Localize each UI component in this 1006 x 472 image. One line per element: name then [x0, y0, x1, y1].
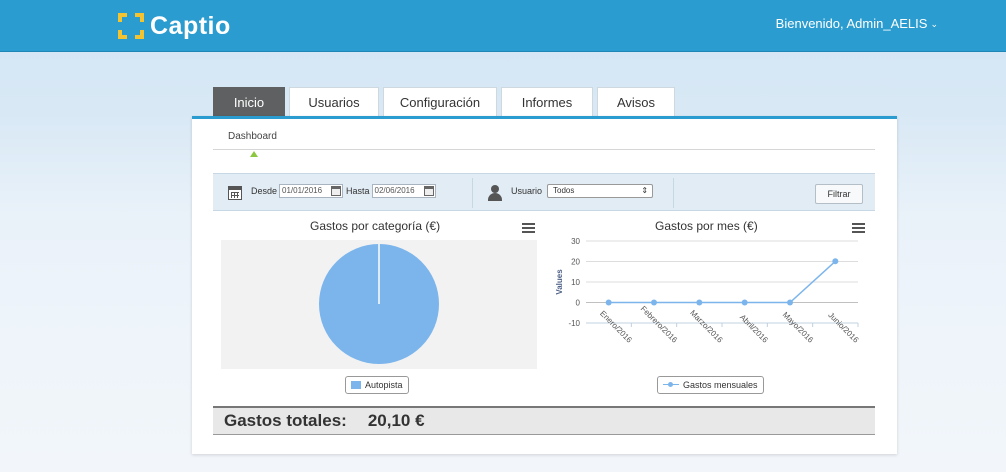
user-select[interactable]: Todos ⇕	[547, 184, 654, 198]
welcome-text: Bienvenido, Admin_AELIS	[775, 16, 928, 31]
data-point[interactable]	[787, 299, 793, 306]
y-tick-label: -10	[568, 319, 580, 328]
date-picker-icon[interactable]	[423, 186, 434, 196]
from-date-value: 01/01/2016	[282, 186, 323, 195]
x-tick-label: Marzo/2016	[688, 308, 725, 345]
pie-hamburger-menu-icon[interactable]	[522, 223, 535, 233]
x-tick-label: Mayo/2016	[781, 310, 816, 345]
pie-legend-label: Autopista	[365, 380, 403, 390]
legend-swatch	[351, 381, 361, 389]
line-legend-label: Gastos mensuales	[683, 380, 758, 390]
pie-chart	[319, 244, 439, 364]
tab-configuracion[interactable]: Configuración	[383, 87, 497, 117]
subtab-dashboard[interactable]: Dashboard	[228, 131, 277, 142]
to-label: Hasta	[346, 186, 370, 196]
x-tick-label: Junio/2016	[826, 311, 860, 345]
captio-logo[interactable]: Captio	[118, 10, 231, 42]
to-date-input[interactable]: 02/06/2016	[371, 184, 436, 198]
from-label: Desde	[251, 186, 278, 196]
filter-button[interactable]: Filtrar	[815, 184, 863, 204]
data-point[interactable]	[605, 299, 612, 306]
y-tick-label: 0	[576, 299, 581, 308]
to-date-value: 02/06/2016	[374, 186, 415, 195]
pie-chart-area	[221, 240, 537, 369]
line-hamburger-menu-icon[interactable]	[852, 223, 865, 233]
user-icon	[487, 185, 503, 201]
y-tick-label: 30	[571, 237, 580, 246]
top-bar: Captio Bienvenido, Admin_AELIS ⌄	[0, 0, 1006, 52]
data-point[interactable]	[832, 258, 839, 265]
totals-value: 20,10 €	[367, 411, 425, 430]
tab-inicio[interactable]: Inicio	[213, 87, 285, 117]
calendar-icon	[228, 186, 242, 200]
active-subtab-marker	[250, 151, 258, 157]
totals-bar: Gastos totales: 20,10 €	[213, 406, 875, 435]
line-chart-title: Gastos por mes (€)	[655, 219, 758, 233]
tab-informes[interactable]: Informes	[501, 87, 593, 117]
x-tick-label: Enero/2016	[598, 309, 634, 345]
data-point[interactable]	[741, 299, 748, 306]
tab-usuarios[interactable]: Usuarios	[289, 87, 379, 117]
main-tabs: Inicio Usuarios Configuración Informes A…	[213, 87, 675, 117]
x-tick-label: Abril/2016	[738, 313, 770, 345]
user-label: Usuario	[511, 186, 543, 196]
data-point[interactable]	[651, 299, 657, 306]
filter-divider	[673, 178, 674, 208]
line-legend[interactable]: Gastos mensuales	[657, 376, 764, 394]
pie-legend[interactable]: Autopista	[345, 376, 409, 394]
y-tick-label: 10	[571, 278, 580, 287]
data-point[interactable]	[696, 299, 703, 306]
dashboard-panel: Dashboard Desde 01/01/2016 Hasta 02/06/2…	[192, 116, 897, 454]
y-tick-label: 20	[571, 258, 580, 267]
user-menu[interactable]: Bienvenido, Admin_AELIS ⌄	[776, 16, 938, 31]
y-axis-label: Values	[555, 269, 564, 295]
pie-chart-title: Gastos por categoría (€)	[310, 219, 441, 233]
chevron-down-icon: ⌄	[930, 19, 938, 29]
totals-label: Gastos totales:	[224, 411, 347, 430]
date-picker-icon[interactable]	[331, 186, 342, 196]
select-arrows-icon: ⇕	[641, 186, 649, 195]
from-date-input[interactable]: 01/01/2016	[279, 184, 344, 198]
legend-line-swatch	[663, 381, 679, 389]
tab-avisos[interactable]: Avisos	[597, 87, 675, 117]
filter-divider	[472, 178, 473, 208]
filter-bar: Desde 01/01/2016 Hasta 02/06/2016 Usuari…	[213, 173, 875, 211]
line-chart: -100102030ValuesEnero/2016 Febrero/2016 Ma…	[555, 237, 861, 345]
user-select-value: Todos	[553, 186, 575, 195]
logo-text: Captio	[150, 11, 231, 40]
sub-navigation: Dashboard	[213, 129, 875, 157]
logo-bracket-icon	[118, 13, 144, 39]
x-tick-label: Febrero/2016	[639, 304, 680, 345]
